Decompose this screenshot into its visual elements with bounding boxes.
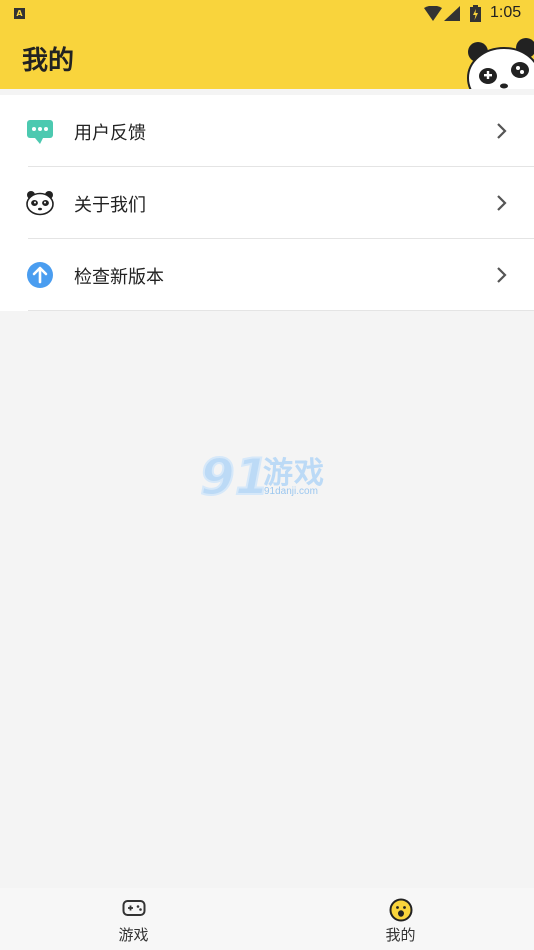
upgrade-arrow-icon	[27, 262, 53, 288]
gamepad-icon	[122, 900, 146, 916]
settings-menu: 用户反馈 关于我们 检查新版本	[0, 95, 534, 311]
menu-item-label: 检查新版本	[74, 267, 164, 288]
menu-item-about[interactable]: 关于我们	[0, 167, 534, 239]
tab-label: 游戏	[118, 926, 149, 944]
feedback-chat-icon	[27, 120, 53, 144]
91-logo-icon: 91	[199, 447, 264, 502]
svg-text:91: 91	[200, 448, 264, 502]
smiley-face-icon	[389, 898, 413, 922]
page-title: 我的	[22, 46, 75, 76]
menu-item-check-update[interactable]: 检查新版本	[0, 239, 534, 311]
panda-icon	[26, 191, 54, 216]
watermark-site: 91danji.com	[264, 486, 318, 497]
header-bar: A 1:05 我的	[0, 0, 534, 89]
wifi-icon	[424, 6, 442, 21]
signal-icon	[444, 6, 460, 21]
status-time: 1:05	[490, 4, 522, 21]
bottom-tab-bar: 游戏 我的	[0, 888, 534, 950]
chevron-right-icon	[497, 123, 507, 139]
panda-mascot-icon	[467, 38, 534, 89]
app-notification-icon: A	[14, 8, 25, 19]
divider	[28, 310, 534, 311]
menu-item-label: 用户反馈	[74, 123, 146, 144]
tab-games[interactable]: 游戏	[0, 888, 267, 950]
status-bar: A 1:05	[0, 0, 534, 27]
chevron-right-icon	[497, 195, 507, 211]
tab-label: 我的	[385, 926, 416, 944]
menu-item-label: 关于我们	[74, 195, 146, 216]
menu-item-feedback[interactable]: 用户反馈	[0, 95, 534, 167]
tab-mine[interactable]: 我的	[267, 888, 534, 950]
chevron-right-icon	[497, 267, 507, 283]
battery-charging-icon	[470, 5, 481, 22]
